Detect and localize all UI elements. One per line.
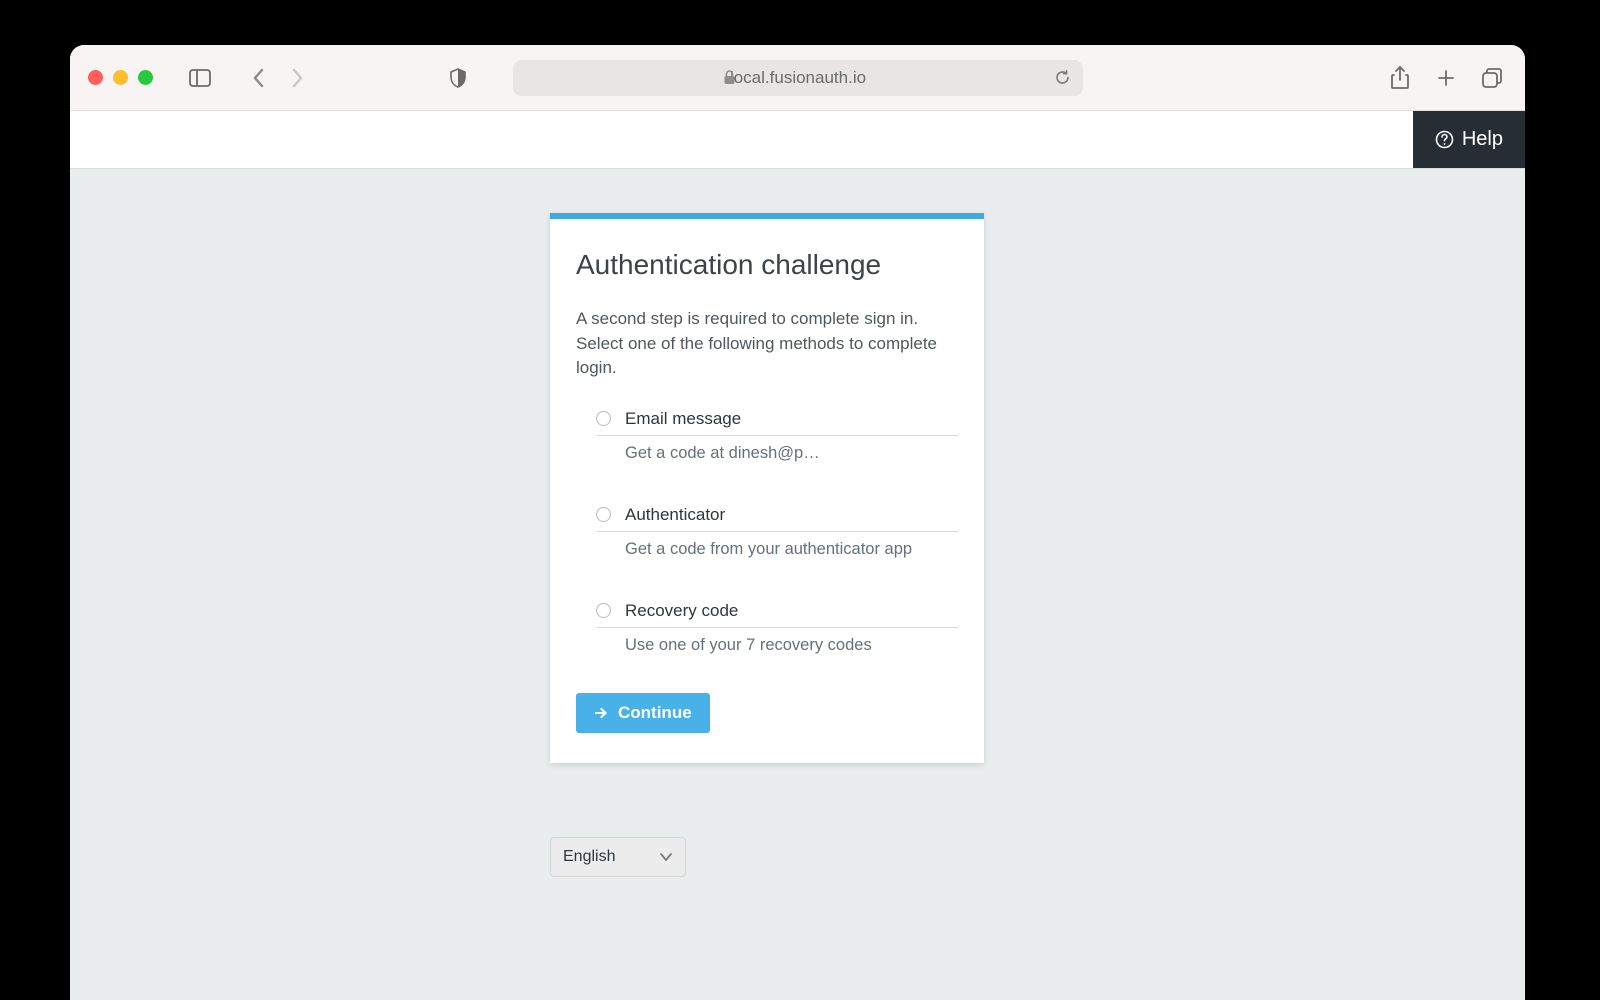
method-email-sub: Get a code at dinesh@p… — [625, 444, 958, 463]
method-recovery-sub: Use one of your 7 recovery codes — [625, 636, 958, 655]
reload-icon[interactable] — [1054, 69, 1071, 86]
method-authenticator: Authenticator Get a code from your authe… — [576, 503, 958, 559]
window-controls — [88, 70, 153, 85]
continue-button[interactable]: Continue — [576, 693, 710, 733]
card-description: A second step is required to complete si… — [576, 307, 958, 381]
method-authenticator-label[interactable]: Authenticator — [625, 503, 958, 527]
help-label: Help — [1462, 128, 1503, 151]
close-window-button[interactable] — [88, 70, 103, 85]
lock-icon — [723, 70, 736, 85]
method-email: Email message Get a code at dinesh@p… — [576, 407, 958, 463]
minimize-window-button[interactable] — [113, 70, 128, 85]
app-header: Help — [70, 111, 1525, 169]
address-bar[interactable]: local.fusionauth.io — [513, 60, 1083, 96]
shield-icon[interactable] — [443, 63, 473, 93]
forward-button[interactable] — [283, 63, 313, 93]
auth-challenge-card: Authentication challenge A second step i… — [550, 213, 984, 763]
maximize-window-button[interactable] — [138, 70, 153, 85]
browser-window: local.fusionauth.io — [70, 45, 1525, 1000]
radio-authenticator[interactable] — [596, 507, 611, 522]
share-icon[interactable] — [1385, 63, 1415, 93]
browser-toolbar: local.fusionauth.io — [70, 45, 1525, 111]
back-button[interactable] — [243, 63, 273, 93]
help-button[interactable]: Help — [1413, 111, 1525, 168]
radio-recovery[interactable] — [596, 603, 611, 618]
radio-email[interactable] — [596, 411, 611, 426]
method-recovery-label[interactable]: Recovery code — [625, 599, 958, 623]
arrow-right-icon — [594, 706, 608, 720]
sidebar-toggle-icon[interactable] — [185, 63, 215, 93]
method-email-label[interactable]: Email message — [625, 407, 958, 431]
chevron-down-icon — [659, 852, 673, 862]
address-bar-text: local.fusionauth.io — [730, 68, 866, 88]
method-recovery: Recovery code Use one of your 7 recovery… — [576, 599, 958, 655]
tabs-overview-icon[interactable] — [1477, 63, 1507, 93]
method-authenticator-sub: Get a code from your authenticator app — [625, 540, 958, 559]
language-select[interactable]: English — [550, 837, 686, 877]
continue-label: Continue — [618, 703, 692, 723]
language-selected: English — [563, 848, 615, 866]
page-content: Authentication challenge A second step i… — [70, 169, 1525, 1000]
card-title: Authentication challenge — [576, 249, 958, 281]
new-tab-icon[interactable] — [1431, 63, 1461, 93]
help-icon — [1435, 130, 1454, 149]
